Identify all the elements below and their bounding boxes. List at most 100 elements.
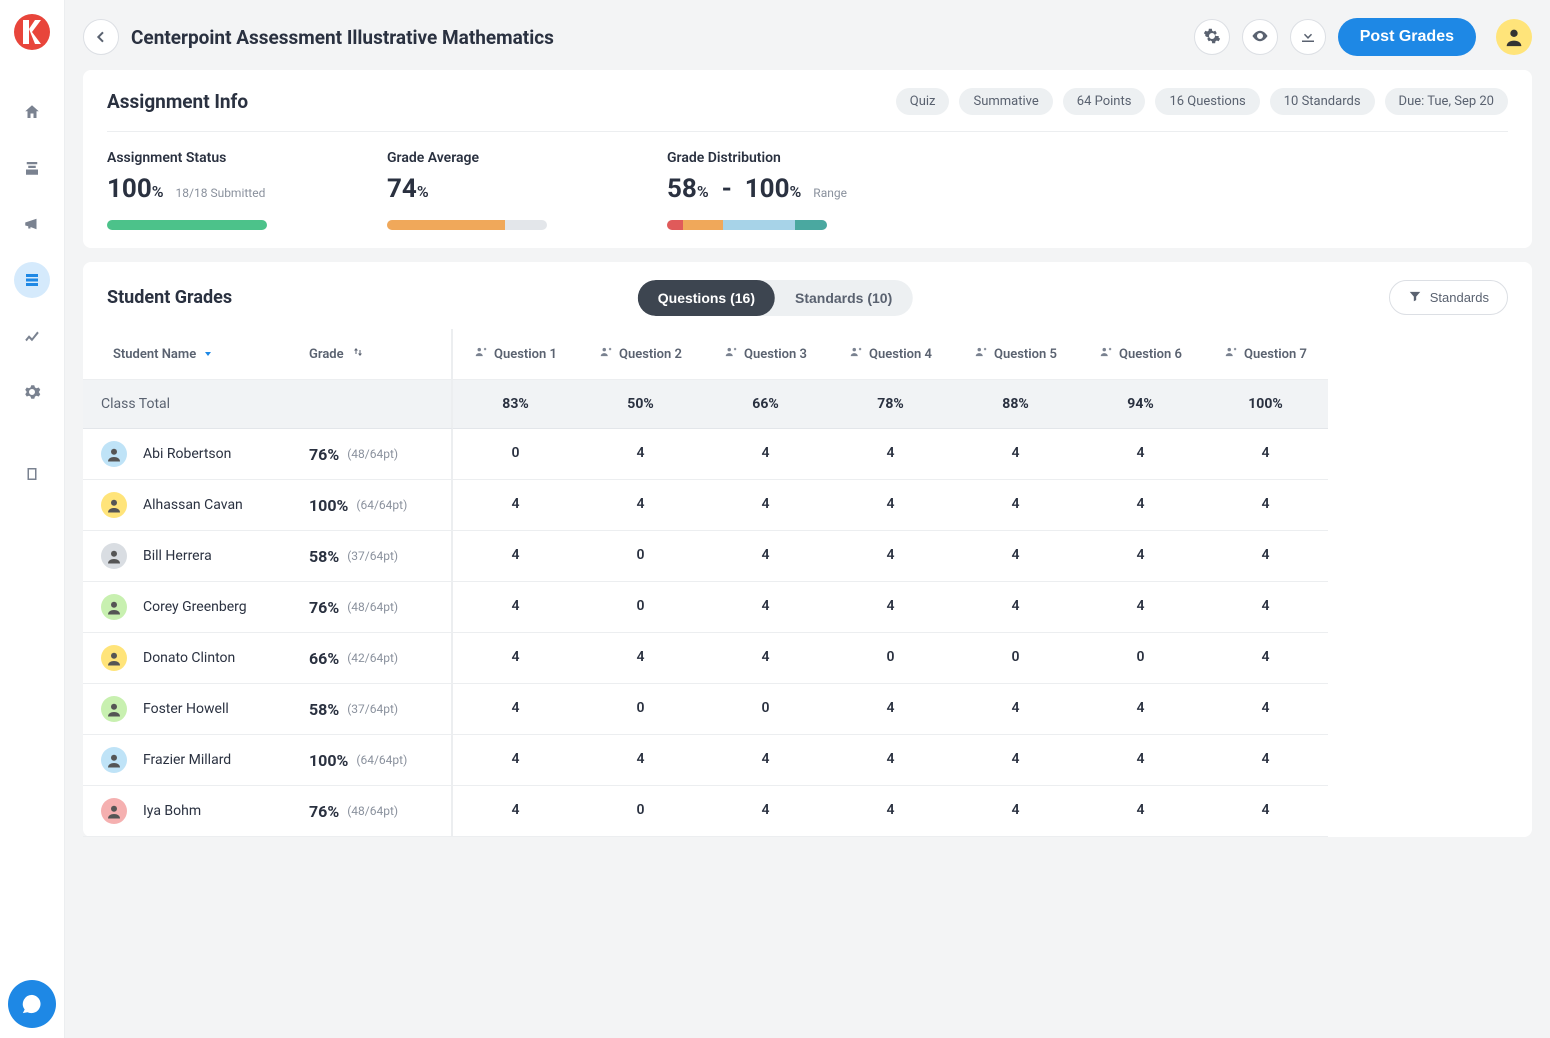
col-question[interactable]: Question 1 [453, 329, 578, 380]
filter-standards-button[interactable]: Standards [1389, 280, 1508, 315]
tab-standards[interactable]: Standards (10) [775, 280, 912, 316]
score-cell[interactable]: 4 [1203, 735, 1328, 786]
question-label: Question 3 [744, 347, 807, 362]
score-cell[interactable]: 4 [578, 429, 703, 480]
score-cell[interactable]: 4 [828, 684, 953, 735]
score-cell[interactable]: 4 [1203, 429, 1328, 480]
col-question[interactable]: Question 2 [578, 329, 703, 380]
score-cell[interactable]: 4 [1078, 735, 1203, 786]
download-button[interactable] [1290, 19, 1326, 55]
nav-announce[interactable] [14, 206, 50, 242]
col-question[interactable]: Question 5 [953, 329, 1078, 380]
tab-questions[interactable]: Questions (16) [638, 280, 775, 316]
score-cell[interactable]: 4 [703, 480, 828, 531]
score-cell[interactable]: 4 [828, 531, 953, 582]
score-cell[interactable]: 0 [578, 786, 703, 837]
col-question[interactable]: Question 4 [828, 329, 953, 380]
nav-home[interactable] [14, 94, 50, 130]
score-cell[interactable]: 4 [1203, 786, 1328, 837]
score-cell[interactable]: 4 [1203, 633, 1328, 684]
score-cell[interactable]: 4 [453, 582, 578, 633]
col-grade[interactable]: Grade [309, 347, 344, 362]
score-cell[interactable]: 4 [953, 735, 1078, 786]
score-cell[interactable]: 4 [1203, 480, 1328, 531]
score-cell[interactable]: 4 [453, 735, 578, 786]
col-student-name[interactable]: Student Name [113, 347, 196, 362]
nav-classes[interactable] [14, 150, 50, 186]
score-cell[interactable]: 0 [703, 684, 828, 735]
score-cell[interactable]: 4 [1203, 531, 1328, 582]
score-cell[interactable]: 4 [453, 684, 578, 735]
sidebar [0, 0, 65, 1038]
settings-button[interactable] [1194, 19, 1230, 55]
score-cell[interactable]: 4 [953, 480, 1078, 531]
app-logo[interactable] [14, 14, 50, 50]
stat-label: Grade Average [387, 150, 587, 166]
score-cell[interactable]: 4 [703, 582, 828, 633]
preview-button[interactable] [1242, 19, 1278, 55]
student-row-sticky[interactable]: Iya Bohm76%(48/64pt) [83, 786, 453, 837]
info-pill: Due: Tue, Sep 20 [1385, 88, 1508, 115]
score-cell[interactable]: 4 [453, 531, 578, 582]
score-cell[interactable]: 4 [578, 735, 703, 786]
class-total-cell: 88% [953, 380, 1078, 429]
score-cell[interactable]: 4 [828, 735, 953, 786]
score-cell[interactable]: 4 [1078, 684, 1203, 735]
score-cell[interactable]: 4 [578, 480, 703, 531]
score-cell[interactable]: 0 [453, 429, 578, 480]
score-cell[interactable]: 4 [1203, 582, 1328, 633]
score-cell[interactable]: 4 [453, 633, 578, 684]
question-label: Question 5 [994, 347, 1057, 362]
score-cell[interactable]: 4 [828, 480, 953, 531]
score-cell[interactable]: 4 [1078, 429, 1203, 480]
student-row-sticky[interactable]: Bill Herrera58%(37/64pt) [83, 531, 453, 582]
nav-library[interactable] [14, 456, 50, 492]
score-cell[interactable]: 4 [953, 684, 1078, 735]
score-cell[interactable]: 0 [828, 633, 953, 684]
col-question[interactable]: Question 6 [1078, 329, 1203, 380]
student-row-sticky[interactable]: Donato Clinton66%(42/64pt) [83, 633, 453, 684]
score-cell[interactable]: 4 [703, 735, 828, 786]
assignment-info-card: Assignment Info QuizSummative64 Points16… [83, 70, 1532, 248]
score-cell[interactable]: 4 [703, 786, 828, 837]
user-avatar[interactable] [1496, 19, 1532, 55]
back-button[interactable] [83, 19, 119, 55]
col-question[interactable]: Question 3 [703, 329, 828, 380]
score-cell[interactable]: 4 [1078, 531, 1203, 582]
score-cell[interactable]: 4 [953, 786, 1078, 837]
score-cell[interactable]: 4 [1203, 684, 1328, 735]
score-cell[interactable]: 4 [1078, 786, 1203, 837]
score-cell[interactable]: 0 [578, 582, 703, 633]
score-cell[interactable]: 4 [828, 429, 953, 480]
score-cell[interactable]: 4 [1078, 480, 1203, 531]
score-cell[interactable]: 0 [578, 531, 703, 582]
score-cell[interactable]: 0 [953, 633, 1078, 684]
help-bubble[interactable] [8, 980, 56, 1028]
student-row-sticky[interactable]: Foster Howell58%(37/64pt) [83, 684, 453, 735]
col-question[interactable]: Question 7 [1203, 329, 1328, 380]
score-cell[interactable]: 4 [578, 633, 703, 684]
score-cell[interactable]: 4 [828, 786, 953, 837]
student-row-sticky[interactable]: Corey Greenberg76%(48/64pt) [83, 582, 453, 633]
score-cell[interactable]: 4 [953, 531, 1078, 582]
score-cell[interactable]: 4 [453, 786, 578, 837]
nav-analytics[interactable] [14, 318, 50, 354]
score-cell[interactable]: 0 [1078, 633, 1203, 684]
question-label: Question 1 [494, 347, 557, 362]
student-row-sticky[interactable]: Abi Robertson76%(48/64pt) [83, 429, 453, 480]
score-cell[interactable]: 4 [953, 582, 1078, 633]
score-cell[interactable]: 0 [578, 684, 703, 735]
student-row-sticky[interactable]: Frazier Millard100%(64/64pt) [83, 735, 453, 786]
score-cell[interactable]: 4 [453, 480, 578, 531]
student-avatar [101, 747, 127, 773]
post-grades-button[interactable]: Post Grades [1338, 18, 1476, 56]
student-row-sticky[interactable]: Alhassan Cavan100%(64/64pt) [83, 480, 453, 531]
nav-settings[interactable] [14, 374, 50, 410]
score-cell[interactable]: 4 [953, 429, 1078, 480]
score-cell[interactable]: 4 [828, 582, 953, 633]
score-cell[interactable]: 4 [703, 633, 828, 684]
score-cell[interactable]: 4 [1078, 582, 1203, 633]
score-cell[interactable]: 4 [703, 429, 828, 480]
score-cell[interactable]: 4 [703, 531, 828, 582]
nav-assignments[interactable] [14, 262, 50, 298]
